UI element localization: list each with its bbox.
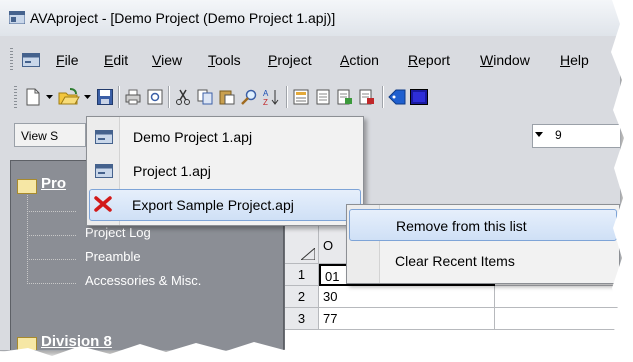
recent-item-context-menu: Remove from this list Clear Recent Items	[346, 204, 620, 284]
chevron-down-icon[interactable]	[535, 132, 543, 137]
copy-icon[interactable]	[196, 88, 214, 106]
recent-item-label: Project 1.apj	[133, 163, 211, 179]
menu-item-label: Clear Recent Items	[395, 253, 515, 269]
menu-tools[interactable]: Tools	[208, 52, 241, 68]
import-icon[interactable]	[358, 88, 376, 106]
tree-connector	[27, 259, 77, 260]
recent-item-export-sample[interactable]: Export Sample Project.apj	[89, 189, 361, 221]
toolbar-separator	[382, 86, 383, 108]
menu-bar: File Edit View Tools Project Action Repo…	[10, 44, 620, 76]
tree-item-preamble[interactable]: Preamble	[85, 249, 141, 264]
zoom-dropdown-value: 9	[555, 128, 562, 142]
page-icon[interactable]	[314, 88, 332, 106]
menu-view[interactable]: View	[152, 52, 182, 68]
toolbar-separator	[168, 86, 169, 108]
tree-connector	[27, 283, 77, 284]
save-icon[interactable]	[96, 88, 114, 106]
recent-item-label: Export Sample Project.apj	[132, 197, 294, 213]
new-dropdown-icon[interactable]	[44, 88, 54, 106]
report-icon[interactable]	[292, 88, 310, 106]
title-bar: AVAproject - [Demo Project (Demo Project…	[0, 0, 620, 36]
red-x-icon	[94, 196, 112, 212]
cut-icon[interactable]	[174, 88, 192, 106]
grid-row-header[interactable]: 3	[285, 308, 319, 330]
sort-az-icon[interactable]: AZ	[262, 88, 280, 106]
menu-edit[interactable]: Edit	[104, 52, 128, 68]
color-icon[interactable]	[410, 88, 428, 106]
tree-item-division[interactable]: Division 8	[41, 333, 112, 350]
project-file-icon	[95, 130, 113, 144]
clear-recent-items-item[interactable]: Clear Recent Items	[349, 245, 617, 277]
grid-row-header[interactable]: 1	[285, 264, 319, 286]
zoom-dropdown[interactable]: 9	[532, 124, 620, 148]
find-icon[interactable]	[240, 88, 258, 106]
menu-window[interactable]: Window	[480, 52, 530, 68]
toolbar-separator	[118, 86, 119, 108]
window-title: AVAproject - [Demo Project (Demo Project…	[30, 10, 336, 26]
folder-icon	[17, 337, 37, 350]
app-icon	[9, 11, 25, 24]
grid-corner[interactable]	[285, 226, 319, 264]
grid-cell[interactable]: 30	[319, 286, 495, 308]
export-icon[interactable]	[336, 88, 354, 106]
svg-text:Z: Z	[263, 98, 268, 106]
tree-connector	[27, 195, 28, 285]
tree-item-accessories[interactable]: Accessories & Misc.	[85, 273, 201, 288]
grid-cell[interactable]: 77	[319, 308, 495, 330]
tree-root-item[interactable]: Pro	[41, 175, 66, 192]
recent-files-menu: Demo Project 1.apj Project 1.apj Export …	[86, 116, 364, 226]
toolbar-grip[interactable]	[14, 86, 17, 108]
toolbar-separator	[286, 86, 287, 108]
project-file-icon	[95, 164, 113, 178]
menu-help[interactable]: Help	[560, 52, 589, 68]
menu-item-label: Remove from this list	[396, 218, 527, 234]
menu-project[interactable]: Project	[268, 52, 312, 68]
menu-action[interactable]: Action	[340, 52, 379, 68]
svg-text:A: A	[263, 89, 269, 98]
print-preview-icon[interactable]	[146, 88, 164, 106]
grid-cell[interactable]	[495, 286, 620, 308]
menu-file[interactable]: File	[56, 52, 79, 68]
application-window: AVAproject - [Demo Project (Demo Project…	[0, 0, 621, 351]
paste-icon[interactable]	[218, 88, 236, 106]
recent-item-project[interactable]: Project 1.apj	[89, 155, 361, 187]
view-selector[interactable]: View S	[14, 123, 86, 147]
new-document-icon[interactable]	[24, 88, 42, 106]
tree-item-project-log[interactable]: Project Log	[85, 225, 151, 240]
tree-connector	[27, 211, 77, 212]
recent-item-demo-project[interactable]: Demo Project 1.apj	[89, 121, 361, 153]
document-menu-icon[interactable]	[22, 53, 40, 67]
open-dropdown-icon[interactable]	[82, 88, 92, 106]
grid-row-header[interactable]: 2	[285, 286, 319, 308]
remove-from-list-item[interactable]: Remove from this list	[349, 209, 617, 241]
tag-icon[interactable]	[388, 88, 406, 106]
tree-connector	[27, 235, 77, 236]
menu-report[interactable]: Report	[408, 52, 450, 68]
menubar-grip[interactable]	[10, 48, 13, 70]
print-icon[interactable]	[124, 88, 142, 106]
open-folder-icon[interactable]	[58, 88, 80, 106]
grid-cell[interactable]	[495, 308, 620, 330]
folder-icon	[17, 179, 37, 194]
recent-item-label: Demo Project 1.apj	[133, 129, 253, 145]
toolbar	[0, 78, 620, 116]
